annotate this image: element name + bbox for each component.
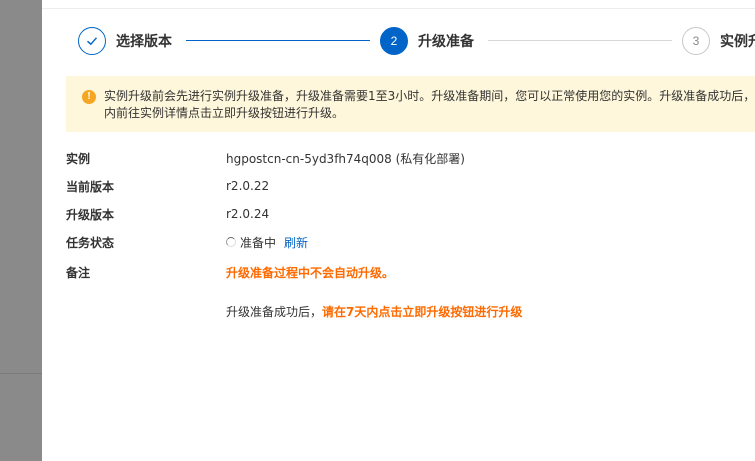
loading-spinner-icon [226, 237, 236, 247]
check-icon [78, 27, 106, 55]
step-instance-upgrade: 3 实例升级 [682, 26, 755, 56]
step-upgrade-prepare: 2 升级准备 [380, 26, 474, 56]
upgrade-version-label: 升级版本 [66, 207, 115, 222]
step-connector [186, 40, 370, 41]
backdrop-divider [0, 373, 42, 374]
task-status: 准备中 刷新 [226, 234, 308, 251]
warning-icon: ! [82, 90, 96, 104]
upgrade-panel: 选择版本 2 升级准备 3 实例升级 ! 实例升级前会先进行实例升级准备，升级准… [42, 0, 755, 461]
overlay-backdrop [0, 0, 42, 461]
detail-row-task-status: 任务状态 准备中 刷新 [66, 233, 308, 251]
step-connector [488, 40, 672, 41]
step-number: 3 [682, 27, 710, 55]
refresh-link[interactable]: 刷新 [284, 234, 308, 251]
step-label: 选择版本 [116, 34, 172, 50]
remark-followup: 升级准备成功后，请在7天内点击立即升级按钮进行升级 [226, 303, 522, 320]
notice-text-line2: 内前往实例详情点击立即升级按钮进行升级。 [104, 106, 345, 120]
detail-row-current-version: 当前版本 r2.0.22 [66, 177, 269, 195]
notice-text-line1: 实例升级前会先进行实例升级准备，升级准备需要1至3小时。升级准备期间，您可以正常… [104, 89, 755, 103]
detail-row-upgrade-version: 升级版本 r2.0.24 [66, 205, 269, 223]
instance-value: hgpostcn-cn-5yd3fh74q008 (私有化部署) [226, 151, 465, 166]
task-status-label: 任务状态 [66, 235, 115, 250]
step-number: 2 [380, 27, 408, 55]
remark-followup-prefix: 升级准备成功后， [226, 305, 323, 319]
panel-top-divider [42, 8, 755, 9]
current-version-label: 当前版本 [66, 179, 115, 194]
detail-row-remark: 备注 升级准备过程中不会自动升级。 [66, 263, 394, 281]
detail-row-instance: 实例 hgpostcn-cn-5yd3fh74q008 (私有化部署) [66, 149, 465, 167]
current-version-value: r2.0.22 [226, 179, 270, 193]
remark-value: 升级准备过程中不会自动升级。 [226, 265, 395, 280]
step-label: 升级准备 [418, 34, 474, 50]
instance-label: 实例 [66, 151, 91, 166]
remark-followup-highlight: 请在7天内点击立即升级按钮进行升级 [322, 305, 523, 319]
task-status-value: 准备中 [240, 235, 277, 250]
step-label: 实例升级 [720, 34, 755, 50]
upgrade-version-value: r2.0.24 [226, 207, 270, 221]
remark-label: 备注 [66, 265, 91, 280]
upgrade-notice: ! 实例升级前会先进行实例升级准备，升级准备需要1至3小时。升级准备期间，您可以… [66, 76, 755, 132]
step-select-version: 选择版本 [78, 26, 172, 56]
